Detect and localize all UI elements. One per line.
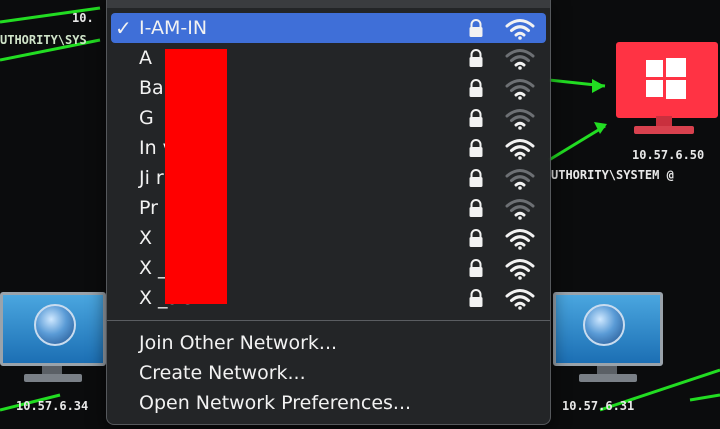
- host-ip-label: 10.: [72, 11, 94, 25]
- wifi-network-name: G: [139, 107, 154, 129]
- link-line: [689, 393, 720, 402]
- wifi-network-name: X: [139, 227, 153, 249]
- create-network-item[interactable]: Create Network...: [139, 362, 306, 384]
- wifi-signal-icon: [505, 289, 535, 310]
- host-ip-label: 10.57.6.50: [632, 148, 705, 162]
- wifi-signal-icon: [505, 79, 535, 100]
- windows-host[interactable]: [553, 290, 665, 390]
- join-other-network-item[interactable]: Join Other Network...: [139, 332, 337, 354]
- windows-orb-icon: [583, 304, 625, 346]
- lock-icon: [469, 259, 483, 277]
- wifi-network-name: I-AM-IN: [139, 17, 208, 39]
- redaction-block: [165, 49, 227, 304]
- wifi-signal-icon: [505, 109, 535, 130]
- lock-icon: [469, 169, 483, 187]
- wifi-network-name: Pr: [139, 197, 158, 219]
- menu-top-edge: [107, 0, 550, 8]
- lock-icon: [469, 19, 483, 37]
- wifi-signal-icon: [505, 49, 535, 70]
- wifi-network-item[interactable]: ✓ I-AM-IN: [111, 13, 546, 43]
- host-user-label: UTHORITY\SYS: [0, 33, 87, 47]
- wifi-signal-icon: [505, 19, 535, 40]
- wifi-signal-icon: [505, 229, 535, 250]
- wifi-signal-icon: [505, 259, 535, 280]
- open-network-preferences-item[interactable]: Open Network Preferences...: [139, 392, 411, 414]
- wifi-signal-icon: [505, 199, 535, 220]
- checkmark-icon: ✓: [115, 16, 132, 40]
- wifi-signal-icon: [505, 169, 535, 190]
- wifi-signal-icon: [505, 139, 535, 160]
- windows-host[interactable]: [0, 290, 106, 390]
- windows-orb-icon: [34, 304, 76, 346]
- lock-icon: [469, 199, 483, 217]
- host-ip-label: 10.57.6.34: [16, 399, 89, 413]
- windows-host-session[interactable]: [612, 40, 720, 152]
- host-user-label: UTHORITY\SYSTEM @: [551, 168, 674, 182]
- lock-icon: [469, 139, 483, 157]
- wifi-network-name: Ba: [139, 77, 164, 99]
- lock-icon: [469, 79, 483, 97]
- windows-logo-icon: [646, 58, 686, 99]
- host-ip-label: 10.57.6.31: [562, 399, 635, 413]
- link-arrowhead: [592, 79, 605, 93]
- lock-icon: [469, 49, 483, 67]
- menu-separator: [107, 320, 550, 321]
- lock-icon: [469, 109, 483, 127]
- lock-icon: [469, 289, 483, 307]
- lock-icon: [469, 229, 483, 247]
- wifi-network-name: A: [139, 47, 152, 69]
- link-line: [548, 124, 606, 162]
